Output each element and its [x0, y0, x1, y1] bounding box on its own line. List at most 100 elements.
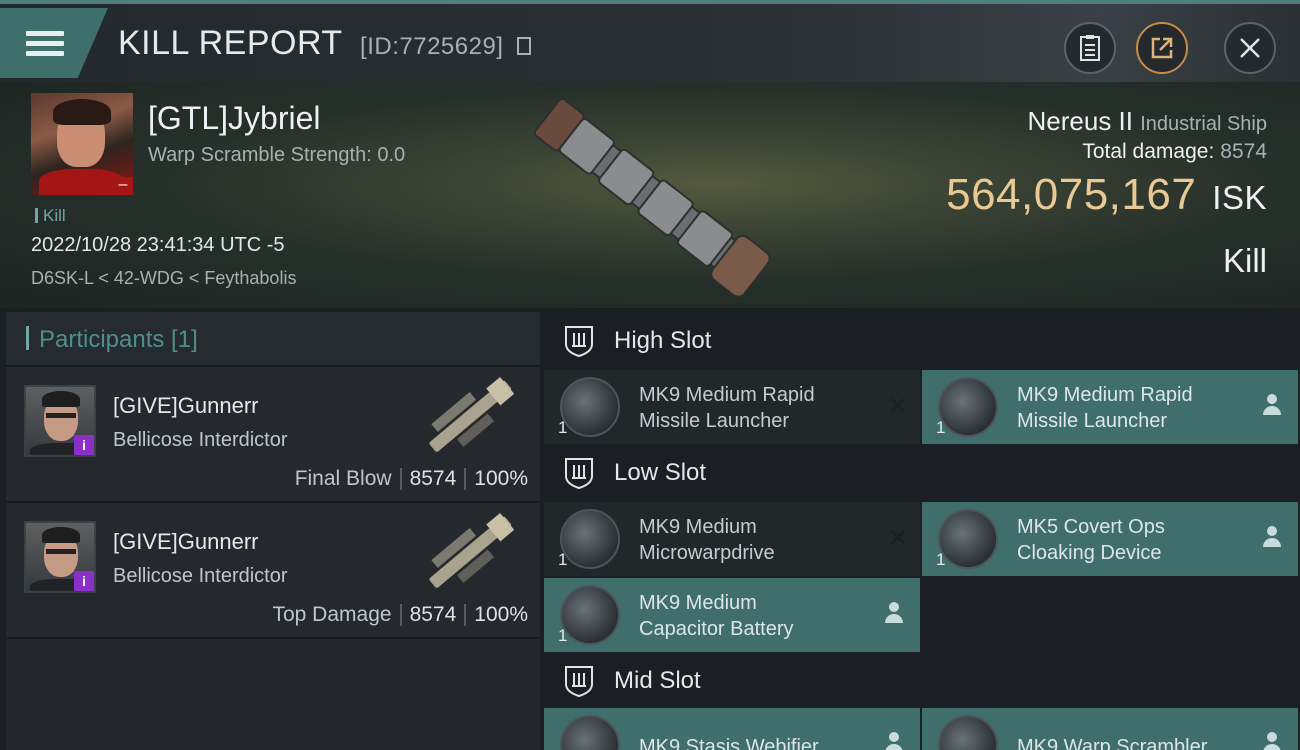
kill-result: Kill [1222, 242, 1267, 279]
participant-percent: 100% [474, 603, 528, 626]
share-button[interactable] [1136, 22, 1188, 74]
participant-stats: Final Blow 8574 100% [295, 467, 528, 491]
capacitor-battery-icon [560, 585, 620, 645]
participants-header[interactable]: Participants [1] [6, 312, 540, 367]
menu-button[interactable] [0, 8, 108, 78]
module-quantity: 1 [558, 626, 568, 645]
victim-banner: – [GTL]Jybriel Warp Scramble Strength: 0… [0, 82, 1300, 308]
module-name: MK5 Covert Ops Cloaking Device [1017, 514, 1247, 566]
destroyed-icon: ✕ [887, 393, 908, 420]
low-slot-label: Low Slot [614, 459, 707, 486]
module-item[interactable]: MK9 Warp Scrambler [922, 708, 1298, 750]
participant-percent: 100% [474, 467, 528, 490]
kill-location: D6SK-L < 42-WDG < Feythabolis [31, 268, 297, 288]
participant-name[interactable]: [GIVE]Gunnerr [113, 529, 259, 555]
module-name-line1: MK9 Medium Rapid [1017, 384, 1193, 406]
isk-unit: ISK [1212, 179, 1267, 216]
participant-damage: 8574 [409, 467, 457, 490]
participant-role: Top Damage [272, 603, 392, 626]
module-item[interactable]: 1 MK9 Medium Rapid Missile Launcher [922, 370, 1298, 444]
module-name-line1: MK9 Medium Rapid [639, 384, 815, 406]
clipboard-icon [1080, 35, 1100, 61]
stasis-webifier-icon [560, 715, 620, 750]
module-item[interactable]: 1 MK9 Medium Rapid Missile Launcher ✕ [544, 370, 920, 444]
title-bar: KILL REPORT [ID:7725629] [0, 0, 1300, 82]
module-quantity: 1 [936, 418, 946, 437]
module-name: MK9 Medium Microwarpdrive [639, 514, 869, 566]
participant-name[interactable]: [GIVE]Gunnerr [113, 393, 259, 419]
kill-tag: Kill [35, 206, 66, 226]
module-name-line1: MK9 Stasis Webifier [639, 736, 819, 750]
info-icon[interactable]: i [74, 435, 94, 455]
page-title-text: KILL REPORT [118, 24, 343, 62]
participant-row[interactable]: i [GIVE]Gunnerr Bellicose Interdictor Fi… [6, 367, 540, 503]
victim-ship-class: Industrial Ship [1140, 113, 1267, 135]
menu-icon [26, 26, 64, 61]
participants-panel: Participants [1] i [GIVE]Gunnerr Bellico… [6, 312, 540, 750]
fitting-panel: High Slot 1 MK9 Medium Rapid Missile Lau… [544, 310, 1300, 750]
module-name-line2: Cloaking Device [1017, 542, 1162, 564]
module-item[interactable]: 1 MK9 Medium Microwarpdrive ✕ [544, 502, 920, 576]
high-slot-label: High Slot [614, 327, 712, 354]
victim-ship-name[interactable]: Nereus II [1028, 106, 1134, 136]
module-name-line1: MK9 Medium [639, 592, 757, 614]
dropped-person-icon [884, 732, 904, 750]
microwarpdrive-icon [560, 509, 620, 569]
dropped-person-icon [1262, 394, 1282, 416]
warp-scramble-strength: Warp Scramble Strength: 0.0 [148, 144, 406, 166]
mid-slot-icon [565, 666, 593, 698]
kill-timestamp: 2022/10/28 23:41:34 UTC -5 [31, 234, 285, 256]
isk-value: 564,075,167 ISK [946, 170, 1267, 220]
module-name-line2: Capacitor Battery [639, 618, 794, 640]
total-damage: Total damage: 8574 [1082, 140, 1267, 164]
participant-stats: Top Damage 8574 100% [272, 603, 528, 627]
total-damage-label: Total damage: [1082, 140, 1215, 163]
module-quantity: 1 [558, 418, 568, 437]
participant-role: Final Blow [294, 467, 392, 490]
victim-name[interactable]: [GTL]Jybriel [148, 100, 320, 137]
high-slot-header: High Slot [544, 312, 1300, 370]
close-button[interactable] [1224, 22, 1276, 74]
participant-ship: Bellicose Interdictor [113, 565, 288, 587]
clipboard-button[interactable] [1064, 22, 1116, 74]
standing-minus-icon: – [113, 177, 133, 195]
dropped-person-icon [884, 602, 904, 624]
dropped-person-icon [1262, 732, 1282, 750]
module-name-line2: Microwarpdrive [639, 542, 775, 564]
victim-ship: Nereus II Industrial Ship [1028, 106, 1267, 137]
missile-launcher-icon [938, 377, 998, 437]
module-item[interactable]: 1 MK5 Covert Ops Cloaking Device [922, 502, 1298, 576]
module-item[interactable]: 1 MK9 Medium Capacitor Battery [544, 578, 920, 652]
close-icon [1240, 38, 1260, 58]
missile-launcher-icon [560, 377, 620, 437]
mid-slot-header: Mid Slot [544, 652, 1300, 710]
total-damage-value: 8574 [1220, 140, 1267, 163]
module-quantity: 1 [936, 550, 946, 569]
info-icon[interactable]: i [74, 571, 94, 591]
module-name-line2: Missile Launcher [1017, 410, 1168, 432]
module-name: MK9 Stasis Webifier [639, 734, 869, 750]
high-slot-icon [565, 326, 593, 358]
destroyed-icon: ✕ [887, 525, 908, 552]
copy-icon[interactable] [517, 37, 532, 55]
module-name: MK9 Medium Capacitor Battery [639, 590, 869, 642]
module-name-line1: MK9 Warp Scrambler [1017, 736, 1208, 750]
low-slot-icon [565, 458, 593, 490]
mid-slot-label: Mid Slot [614, 667, 701, 694]
warp-scrambler-icon [938, 715, 998, 750]
cloaking-device-icon [938, 509, 998, 569]
participant-ship: Bellicose Interdictor [113, 429, 288, 451]
participant-damage: 8574 [409, 603, 457, 626]
module-name: MK9 Medium Rapid Missile Launcher [1017, 382, 1247, 434]
module-name-line1: MK9 Medium [639, 516, 757, 538]
module-quantity: 1 [558, 550, 568, 569]
participant-ship-image [428, 512, 515, 590]
page-title: KILL REPORT [ID:7725629] [118, 24, 532, 63]
participant-row[interactable]: i [GIVE]Gunnerr Bellicose Interdictor To… [6, 503, 540, 639]
module-name: MK9 Medium Rapid Missile Launcher [639, 382, 869, 434]
module-name-line1: MK5 Covert Ops [1017, 516, 1165, 538]
victim-ship-image [533, 97, 771, 298]
dropped-person-icon [1262, 526, 1282, 548]
module-name-line2: Missile Launcher [639, 410, 790, 432]
module-item[interactable]: MK9 Stasis Webifier [544, 708, 920, 750]
